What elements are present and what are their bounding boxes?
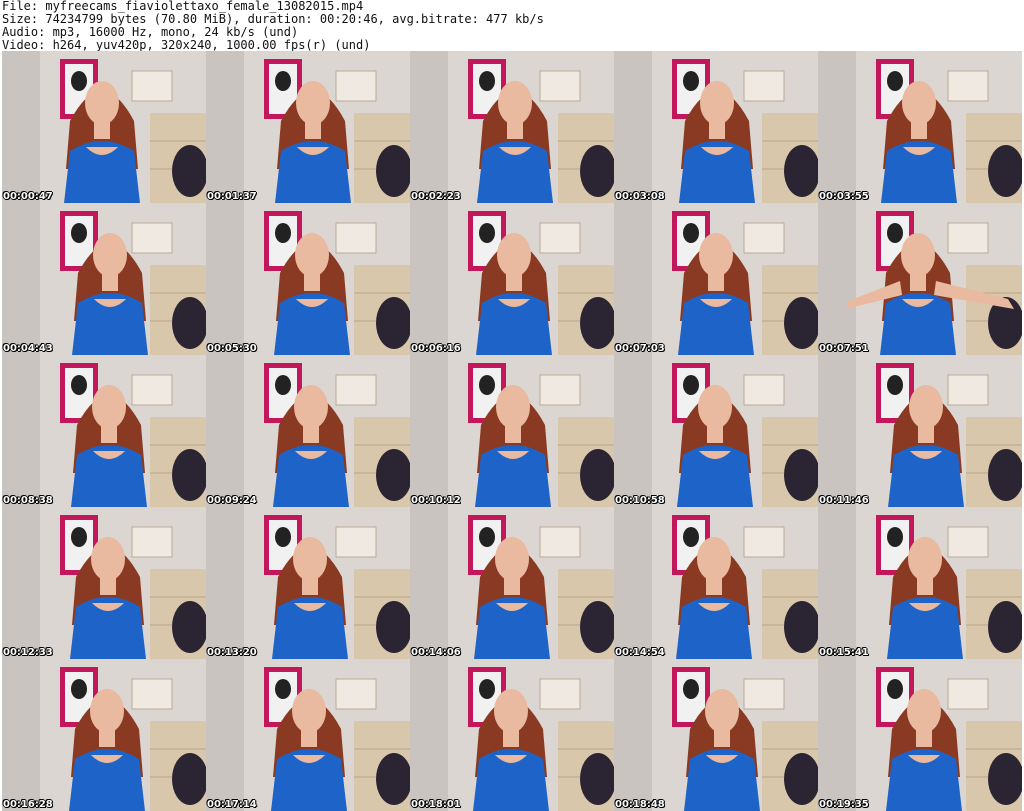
video-thumbnail: 00:13:20 <box>206 507 410 659</box>
video-thumbnail: 00:06:16 <box>410 203 614 355</box>
thumbnail-grid: 00:00:47 00:01:37 00:02:23 00:03:08 00:03:55… <box>2 51 1022 811</box>
timestamp-label: 00:17:14 <box>207 799 257 810</box>
timestamp-label: 00:03:08 <box>615 191 665 202</box>
video-thumbnail: 00:16:28 <box>2 659 206 811</box>
timestamp-label: 00:13:20 <box>207 647 257 658</box>
video-thumbnail: 00:12:33 <box>2 507 206 659</box>
video-frame-image <box>2 51 206 203</box>
video-thumbnail: 00:10:12 <box>410 355 614 507</box>
video-thumbnail: 00:18:48 <box>614 659 818 811</box>
timestamp-label: 00:16:28 <box>3 799 53 810</box>
video-frame-image <box>206 659 410 811</box>
video-frame-image <box>614 507 818 659</box>
timestamp-label: 00:07:03 <box>615 343 665 354</box>
video-thumbnail: 00:19:35 <box>818 659 1022 811</box>
video-thumbnail: 00:03:08 <box>614 51 818 203</box>
video-frame-image <box>818 355 1022 507</box>
video-thumbnail: 00:04:43 <box>2 203 206 355</box>
video-frame-image <box>818 507 1022 659</box>
video-frame-image <box>818 203 1022 355</box>
timestamp-label: 00:03:55 <box>819 191 869 202</box>
timestamp-label: 00:14:06 <box>411 647 461 658</box>
video-frame-image <box>206 51 410 203</box>
video-thumbnail: 00:14:54 <box>614 507 818 659</box>
timestamp-label: 00:06:16 <box>411 343 461 354</box>
timestamp-label: 00:18:48 <box>615 799 665 810</box>
timestamp-label: 00:02:23 <box>411 191 461 202</box>
video-frame-image <box>410 355 614 507</box>
video-thumbnail: 00:03:55 <box>818 51 1022 203</box>
video-frame-image <box>2 507 206 659</box>
video-thumbnail: 00:09:24 <box>206 355 410 507</box>
video-thumbnail: 00:14:06 <box>410 507 614 659</box>
timestamp-label: 00:08:38 <box>3 495 53 506</box>
video-thumbnail: 00:07:51 <box>818 203 1022 355</box>
timestamp-label: 00:10:12 <box>411 495 461 506</box>
video-frame-image <box>818 51 1022 203</box>
video-thumbnail: 00:05:30 <box>206 203 410 355</box>
timestamp-label: 00:14:54 <box>615 647 665 658</box>
video-thumbnail: 00:15:41 <box>818 507 1022 659</box>
video-thumbnail: 00:08:38 <box>2 355 206 507</box>
video-thumbnail: 00:10:58 <box>614 355 818 507</box>
video-frame-image <box>206 507 410 659</box>
video-thumbnail: 00:11:46 <box>818 355 1022 507</box>
file-info-header: File: myfreecams_fiaviolettaxo_female_13… <box>2 0 1002 52</box>
timestamp-label: 00:11:46 <box>819 495 869 506</box>
video-frame-image <box>410 659 614 811</box>
video-frame-image <box>206 203 410 355</box>
video-thumbnail: 00:17:14 <box>206 659 410 811</box>
video-frame-image <box>410 51 614 203</box>
video-frame-image <box>206 355 410 507</box>
timestamp-label: 00:04:43 <box>3 343 53 354</box>
video-thumbnail: 00:02:23 <box>410 51 614 203</box>
video-thumbnail: 00:18:01 <box>410 659 614 811</box>
video-thumbnail: 00:00:47 <box>2 51 206 203</box>
video-frame-image <box>2 355 206 507</box>
video-frame-image <box>410 507 614 659</box>
timestamp-label: 00:00:47 <box>3 191 53 202</box>
video-frame-image <box>2 203 206 355</box>
video-frame-image <box>614 659 818 811</box>
timestamp-label: 00:09:24 <box>207 495 257 506</box>
timestamp-label: 00:10:58 <box>615 495 665 506</box>
video-frame-image <box>614 203 818 355</box>
timestamp-label: 00:05:30 <box>207 343 257 354</box>
video-frame-image <box>410 203 614 355</box>
timestamp-label: 00:19:35 <box>819 799 869 810</box>
video-frame-image <box>2 659 206 811</box>
timestamp-label: 00:01:37 <box>207 191 257 202</box>
video-thumbnail: 00:07:03 <box>614 203 818 355</box>
timestamp-label: 00:15:41 <box>819 647 869 658</box>
video-frame-image <box>614 355 818 507</box>
video-frame-image <box>614 51 818 203</box>
video-thumbnail: 00:01:37 <box>206 51 410 203</box>
timestamp-label: 00:18:01 <box>411 799 461 810</box>
video-frame-image <box>818 659 1022 811</box>
timestamp-label: 00:07:51 <box>819 343 869 354</box>
timestamp-label: 00:12:33 <box>3 647 53 658</box>
